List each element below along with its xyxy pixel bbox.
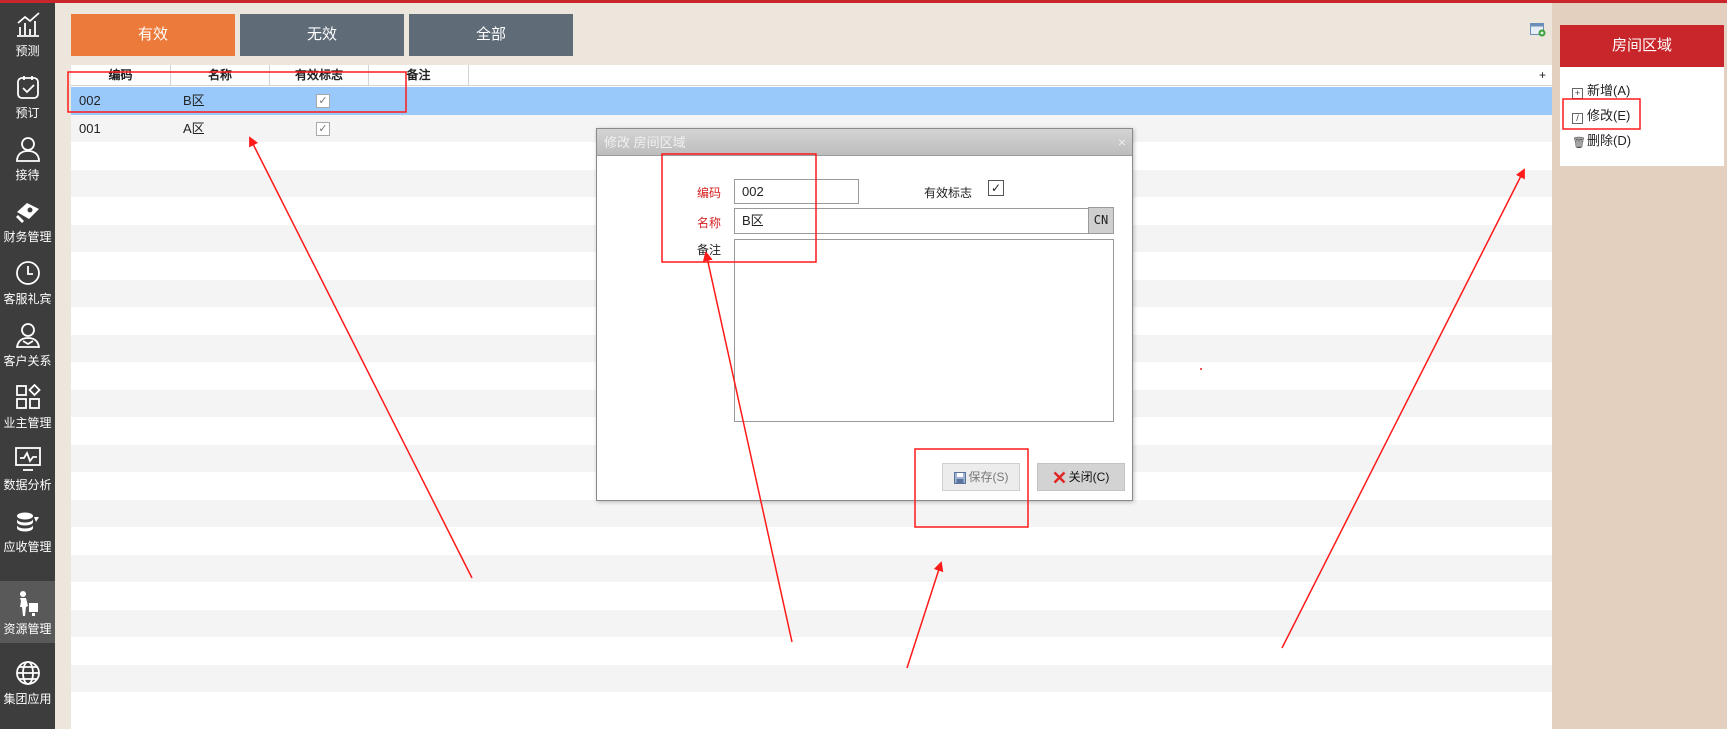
empty-table-row[interactable]: [71, 664, 1552, 692]
empty-table-row[interactable]: [71, 554, 1552, 582]
data-analysis-monitor-icon: [15, 447, 41, 471]
edit-pencil-icon: /: [1572, 113, 1583, 124]
column-header-valid-flag[interactable]: 有效标志: [270, 65, 369, 86]
empty-table-row[interactable]: [71, 692, 1552, 720]
add-column-icon[interactable]: +: [1539, 65, 1546, 86]
forecast-chart-icon: [17, 12, 40, 37]
valid-flag-label: 有效标志: [924, 186, 973, 200]
sidebar-item-resource[interactable]: 资源管理: [0, 581, 55, 643]
sidebar-item-concierge[interactable]: 客服礼宾: [0, 251, 55, 313]
empty-table-row[interactable]: [71, 499, 1552, 527]
cell-name: A区: [183, 120, 205, 136]
edit-button[interactable]: / 修改(E): [1572, 105, 1630, 127]
floppy-save-icon: [953, 471, 966, 484]
receivable-coins-icon: [17, 512, 39, 532]
delete-label: 删除(D): [1587, 133, 1632, 148]
sidebar-item-owner[interactable]: 业主管理: [0, 375, 55, 437]
sidebar-item-label: 客户关系: [3, 354, 52, 368]
sidebar-item-receivable[interactable]: 应收管理: [0, 499, 55, 561]
trash-icon: 🗑: [1572, 137, 1586, 149]
sidebar-item-label: 预订: [15, 106, 40, 120]
concierge-clock-icon: [16, 261, 40, 285]
sidebar-item-label: 财务管理: [3, 230, 52, 244]
column-header-code[interactable]: 编码: [71, 65, 171, 86]
panel-title: 房间区域: [1560, 25, 1724, 67]
column-header-name[interactable]: 名称: [171, 65, 270, 86]
remark-textarea[interactable]: [734, 239, 1114, 422]
owner-grid-icon: [16, 383, 41, 409]
filter-valid-button[interactable]: 有效: [71, 14, 235, 56]
left-sidebar: 预测 预订 接待 财务管理 客服礼宾 客户关系 业主管理 数据分析 应收管理 资…: [0, 3, 55, 729]
empty-table-row[interactable]: [71, 527, 1552, 555]
right-action-panel: 房间区域 + 新增(A) / 修改(E) 🗑删除(D): [1552, 3, 1727, 729]
close-button[interactable]: 关闭(C): [1037, 463, 1125, 491]
column-header-remark[interactable]: 备注: [369, 65, 469, 86]
delete-button[interactable]: 🗑删除(D): [1572, 130, 1631, 152]
name-input[interactable]: B区: [734, 208, 1089, 234]
sidebar-item-label: 集团应用: [3, 692, 52, 706]
code-input[interactable]: 002: [734, 179, 859, 204]
sidebar-item-label: 接待: [15, 168, 40, 182]
sidebar-item-finance[interactable]: 财务管理: [0, 189, 55, 251]
add-icon: +: [1572, 88, 1583, 99]
finance-money-icon: [16, 203, 39, 223]
sidebar-item-label: 业主管理: [3, 416, 52, 430]
code-label: 编码: [697, 186, 722, 200]
name-label: 名称: [697, 216, 722, 230]
sidebar-item-label: 预测: [15, 44, 40, 58]
empty-table-row[interactable]: [71, 637, 1552, 665]
dialog-titlebar[interactable]: 修改 房间区域 ×: [597, 129, 1132, 156]
grid-header: 编码 名称 有效标志 备注 +: [71, 65, 1552, 86]
reception-person-icon: [16, 137, 40, 162]
save-label: 保存(S): [968, 470, 1009, 484]
sidebar-item-forecast[interactable]: 预测: [0, 3, 55, 65]
table-row[interactable]: 002 B区 ✓: [71, 87, 1552, 115]
sidebar-item-label: 客服礼宾: [3, 292, 52, 306]
sidebar-item-data-analysis[interactable]: 数据分析: [0, 437, 55, 499]
sidebar-item-booking[interactable]: 预订: [0, 65, 55, 127]
close-label: 关闭(C): [1068, 470, 1110, 484]
sidebar-item-customer-relation[interactable]: 客户关系: [0, 313, 55, 375]
action-box: 房间区域 + 新增(A) / 修改(E) 🗑删除(D): [1560, 25, 1724, 166]
customer-relation-icon: [15, 323, 41, 348]
empty-table-row[interactable]: [71, 582, 1552, 610]
edit-label: 修改(E): [1587, 108, 1631, 123]
filter-invalid-button[interactable]: 无效: [240, 14, 404, 56]
sidebar-item-label: 应收管理: [3, 540, 52, 554]
resource-person-icon: [20, 591, 38, 616]
input-method-cn-button[interactable]: CN: [1088, 207, 1114, 234]
valid-flag-checkbox[interactable]: ✓: [988, 180, 1004, 196]
sidebar-item-label: 数据分析: [3, 478, 52, 492]
sidebar-item-group[interactable]: 集团应用: [0, 651, 55, 713]
booking-clipboard-icon: [17, 76, 39, 99]
group-globe-icon: [16, 661, 40, 685]
add-label: 新增(A): [1587, 83, 1631, 98]
save-button[interactable]: 保存(S): [942, 463, 1020, 491]
close-x-icon: [1053, 471, 1066, 484]
filter-all-button[interactable]: 全部: [409, 14, 573, 56]
dialog-title: 修改 房间区域: [604, 135, 686, 150]
cell-code: 002: [79, 93, 101, 108]
dialog-close-icon[interactable]: ×: [1118, 129, 1126, 156]
cell-name: B区: [183, 93, 205, 108]
edit-room-area-dialog: 修改 房间区域 × 编码 002 有效标志 ✓ 名称 B区 CN 备注 保存(S…: [596, 128, 1133, 501]
add-button[interactable]: + 新增(A): [1572, 80, 1630, 102]
sidebar-item-reception[interactable]: 接待: [0, 127, 55, 189]
cell-valid-checkbox[interactable]: ✓: [316, 121, 330, 136]
remark-label: 备注: [697, 243, 722, 257]
empty-table-row[interactable]: [71, 609, 1552, 637]
sidebar-item-label: 资源管理: [3, 622, 52, 636]
export-icon[interactable]: [1530, 23, 1546, 37]
cell-valid-checkbox[interactable]: ✓: [316, 94, 330, 108]
cell-code: 001: [79, 120, 101, 136]
